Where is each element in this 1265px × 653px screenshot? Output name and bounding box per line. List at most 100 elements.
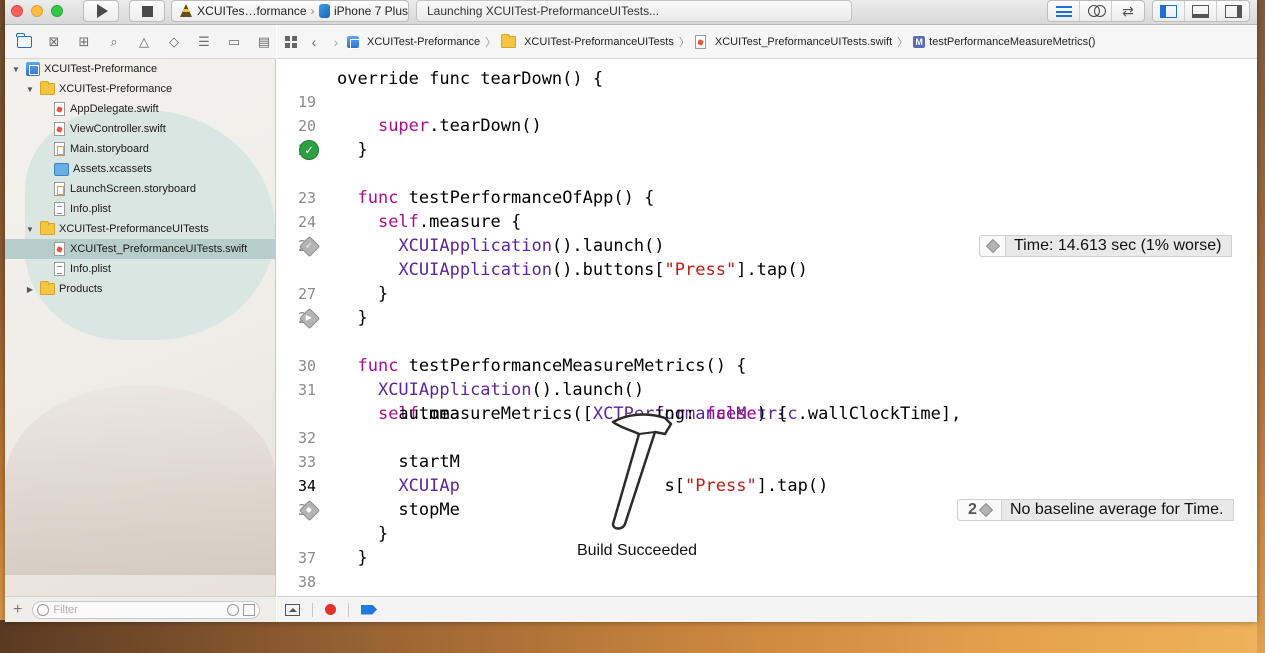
navigator-filter-bar: + Filter bbox=[5, 596, 276, 622]
issue-count-indicator: 2 bbox=[958, 500, 1002, 520]
disclosure-open-icon[interactable]: ▼ bbox=[25, 225, 35, 234]
view-panels-control bbox=[1152, 0, 1250, 22]
run-test-diamond-icon[interactable]: ▶ bbox=[298, 307, 320, 329]
tree-row-file[interactable]: Info.plist bbox=[5, 199, 276, 219]
breadcrumb-file[interactable]: XCUITest_PreformanceUITests.swift bbox=[694, 34, 893, 49]
test-result-diamond-icon[interactable]: ◆ bbox=[298, 499, 320, 521]
standard-editor-button[interactable] bbox=[1048, 1, 1080, 21]
modified-files-icon[interactable] bbox=[243, 603, 256, 616]
zoom-window-button[interactable] bbox=[51, 5, 63, 17]
app-target-icon bbox=[178, 4, 193, 18]
tree-row-file[interactable]: Main.storyboard bbox=[5, 139, 276, 159]
scheme-device-label: iPhone 7 Plus bbox=[333, 4, 408, 18]
tree-row-label: Info.plist bbox=[70, 203, 111, 215]
disclosure-open-icon[interactable]: ▼ bbox=[11, 65, 21, 74]
source-control-navigator-tab[interactable]: ⊠ bbox=[43, 31, 65, 53]
test-result-diamond-icon[interactable]: ✓ bbox=[298, 235, 320, 257]
code-line: 25 XCUIApplication().buttons["Press"].ta… bbox=[277, 210, 1257, 280]
divider bbox=[348, 602, 349, 617]
tree-row-file[interactable]: AppDelegate.swift bbox=[5, 99, 276, 119]
add-file-icon[interactable]: + bbox=[13, 601, 22, 619]
version-editor-button[interactable]: ⇄ bbox=[1112, 1, 1144, 21]
build-succeeded-hud: Build Succeeded bbox=[547, 374, 727, 574]
chevron-right-icon: 〉 bbox=[897, 36, 909, 49]
hide-debug-area-icon[interactable] bbox=[285, 603, 300, 616]
hierarchy-icon: ⊞ bbox=[78, 33, 90, 49]
warning-icon: △ bbox=[139, 33, 149, 49]
code-line: 27 } bbox=[277, 258, 1257, 328]
tree-row-file[interactable]: ViewController.swift bbox=[5, 119, 276, 139]
disclosure-closed-icon[interactable]: ▶ bbox=[25, 285, 35, 294]
toggle-navigator-button[interactable] bbox=[1153, 1, 1185, 21]
performance-result-badge[interactable]: Time: 14.613 sec (1% worse) bbox=[979, 235, 1233, 257]
test-navigator-tab[interactable]: ◇ bbox=[163, 31, 185, 53]
code-line: 32 startM bbox=[277, 402, 1257, 472]
issue-navigator-tab[interactable]: △ bbox=[133, 31, 155, 53]
tree-row-file-selected[interactable]: XCUITest_PreformanceUITests.swift bbox=[5, 239, 276, 259]
tree-row-file[interactable]: LaunchScreen.storyboard bbox=[5, 179, 276, 199]
breadcrumb-group[interactable]: XCUITest-PreformanceUITests bbox=[501, 33, 674, 48]
tree-row-label: Assets.xcassets bbox=[73, 163, 152, 175]
tree-row-project[interactable]: ▼ XCUITest-Preformance bbox=[5, 59, 276, 79]
tree-row-label: XCUITest-PreformanceUITests bbox=[59, 223, 209, 235]
close-window-button[interactable] bbox=[11, 5, 23, 17]
navigator-filter-field[interactable]: Filter bbox=[32, 600, 261, 619]
assistant-editor-button[interactable] bbox=[1080, 1, 1112, 21]
divider bbox=[312, 602, 313, 617]
run-button[interactable] bbox=[83, 0, 119, 22]
disclosure-open-icon[interactable]: ▼ bbox=[25, 85, 35, 94]
back-arrow-icon[interactable]: ‹ bbox=[303, 34, 325, 50]
code-line: 28 bbox=[277, 282, 1257, 327]
recent-files-icon[interactable] bbox=[227, 603, 240, 616]
breadcrumb-method[interactable]: M testPerformanceMeasureMetrics() bbox=[913, 35, 1095, 48]
stop-button[interactable] bbox=[129, 0, 165, 22]
tree-row-label: XCUITest-Preformance bbox=[59, 83, 173, 95]
find-navigator-tab[interactable]: ⌕ bbox=[103, 31, 125, 53]
wallpaper-tint bbox=[5, 385, 276, 575]
source-editor[interactable]: override func tearDown() { 19 super.tear… bbox=[277, 59, 1257, 596]
breadcrumb-label: XCUITest_PreformanceUITests.swift bbox=[714, 35, 893, 48]
minimize-window-button[interactable] bbox=[31, 5, 43, 17]
editor-mode-control: ⇄ bbox=[1047, 0, 1145, 22]
file-tree: ▼ XCUITest-Preformance ▼ XCUITest-Prefor… bbox=[5, 59, 276, 299]
plist-file-icon bbox=[54, 262, 65, 276]
tree-row-label: Main.storyboard bbox=[70, 143, 149, 155]
debug-navigator-tab[interactable]: ☰ bbox=[193, 31, 215, 53]
tree-row-group[interactable]: ▶ Products bbox=[5, 279, 276, 299]
test-passed-icon[interactable]: ✓ bbox=[298, 139, 320, 161]
breadcrumb-project[interactable]: XCUITest-Preformance bbox=[347, 35, 481, 49]
tree-row-group[interactable]: ▼ XCUITest-PreformanceUITests bbox=[5, 219, 276, 239]
debug-gauge-icon: ☰ bbox=[198, 33, 210, 49]
symbol-navigator-tab[interactable]: ⊞ bbox=[73, 31, 95, 53]
code-line: ✓ func testPerformanceOfApp() { bbox=[277, 138, 1257, 208]
record-icon[interactable] bbox=[325, 604, 336, 615]
breakpoint-navigator-tab[interactable]: ▭ bbox=[223, 31, 245, 53]
baseline-result-badge[interactable]: 2 No baseline average for Time. bbox=[957, 499, 1235, 521]
tree-row-group[interactable]: ▼ XCUITest-Preformance bbox=[5, 79, 276, 99]
message-icon: ▤ bbox=[257, 33, 271, 49]
swift-file-icon bbox=[54, 102, 65, 116]
window-toolbar: XCUITes…formance › iPhone 7 Plus Launchi… bbox=[5, 0, 1257, 25]
breadcrumb-label: XCUITest-Preformance bbox=[367, 35, 481, 48]
simulator-icon bbox=[318, 4, 330, 18]
breakpoints-toggle-icon[interactable] bbox=[361, 604, 377, 615]
code-line: 19 super.tearDown() bbox=[277, 66, 1257, 136]
source-control-icon: ⊠ bbox=[48, 33, 60, 49]
scheme-selector[interactable]: XCUITes…formance › iPhone 7 Plus bbox=[171, 0, 409, 22]
related-items-icon[interactable] bbox=[285, 35, 297, 48]
scheme-target-label: XCUITes…formance bbox=[197, 4, 307, 18]
tree-row-label: LaunchScreen.storyboard bbox=[70, 183, 196, 195]
right-panel-icon bbox=[1224, 4, 1242, 18]
report-navigator-tab[interactable]: ▤ bbox=[253, 31, 275, 53]
forward-arrow-icon[interactable]: › bbox=[325, 34, 347, 50]
toggle-debug-area-button[interactable] bbox=[1185, 1, 1217, 21]
tree-row-file[interactable]: Assets.xcassets bbox=[5, 159, 276, 179]
breakpoint-icon: ▭ bbox=[227, 33, 241, 49]
tree-row-file[interactable]: Info.plist bbox=[5, 259, 276, 279]
project-navigator-tab[interactable] bbox=[13, 31, 35, 53]
storyboard-file-icon bbox=[54, 182, 65, 196]
chevron-right-icon: 〉 bbox=[678, 36, 690, 49]
toggle-inspector-button[interactable] bbox=[1217, 1, 1249, 21]
xcode-project-icon bbox=[347, 35, 360, 49]
tree-row-label: Products bbox=[59, 283, 103, 295]
